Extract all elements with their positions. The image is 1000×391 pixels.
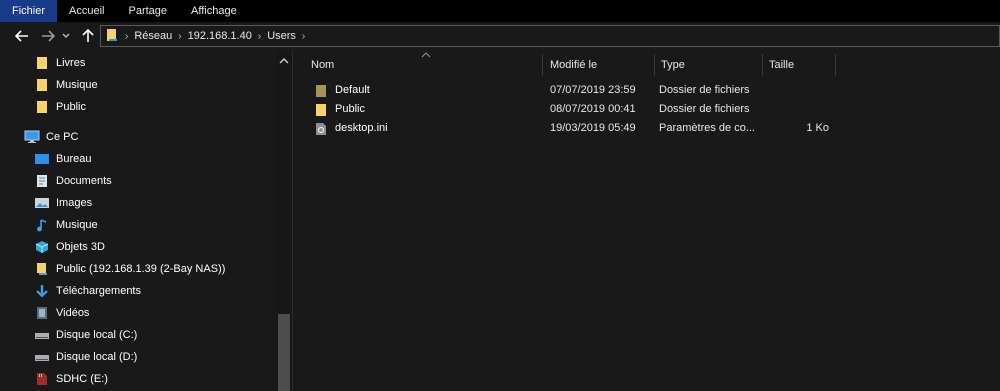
network-drive-icon [34, 261, 50, 277]
nav-item-images[interactable]: Images [34, 192, 92, 214]
documents-icon [34, 173, 50, 189]
nav-item-musique-quick[interactable]: Musique [34, 74, 98, 96]
arrow-left-icon [15, 30, 28, 42]
arrow-right-icon [42, 30, 55, 42]
file-name: desktop.ini [313, 119, 543, 138]
cube-icon [34, 239, 50, 255]
folder-icon [313, 102, 329, 118]
file-size [769, 81, 829, 100]
tab-affichage[interactable]: Affichage [179, 0, 249, 22]
chevron-right-icon: › [178, 30, 182, 42]
nav-item-musique[interactable]: Musique [34, 214, 98, 236]
nav-item-public-quick[interactable]: Public [34, 96, 86, 118]
file-type: Paramètres de co... [659, 122, 755, 134]
file-type: Dossier de fichiers [659, 103, 750, 115]
arrow-up-icon [82, 29, 94, 42]
nav-item-disque-d[interactable]: Disque local (D:) [34, 346, 137, 368]
folder-dim-icon [313, 83, 329, 99]
forward-button[interactable] [38, 26, 58, 46]
navigation-scrollbar[interactable] [276, 50, 292, 391]
back-button[interactable] [12, 26, 32, 46]
music-icon [34, 217, 50, 233]
column-header-modified[interactable]: Modifié le [544, 54, 654, 76]
nav-item-telechargements[interactable]: Téléchargements [34, 280, 141, 302]
file-type: Dossier de fichiers [659, 84, 750, 96]
chevron-right-icon: › [125, 30, 129, 42]
navigation-pane: Livres Musique Public Ce PC Bureau Docum… [0, 50, 292, 391]
file-name: Public [313, 100, 543, 119]
breadcrumb-reseau[interactable]: Réseau [130, 30, 176, 42]
breadcrumb-host[interactable]: 192.168.1.40 [184, 30, 256, 42]
column-header-type[interactable]: Type [655, 54, 763, 76]
column-separator[interactable] [542, 54, 543, 76]
sd-card-icon [34, 371, 50, 387]
nav-item-livres[interactable]: Livres [34, 52, 85, 74]
file-name: Default [313, 81, 543, 100]
nav-item-ce-pc[interactable]: Ce PC [24, 126, 78, 148]
drive-icon [34, 349, 50, 365]
desktop-icon [34, 151, 50, 167]
file-row-desktop-ini[interactable]: desktop.ini 19/03/2019 05:49 Paramètres … [307, 119, 997, 138]
file-modified: 08/07/2019 00:41 [550, 103, 636, 115]
drive-icon [34, 327, 50, 343]
nav-item-objets-3d[interactable]: Objets 3D [34, 236, 105, 258]
nav-item-public-nas[interactable]: Public (192.168.1.39 (2-Bay NAS)) [34, 258, 225, 280]
column-header-size[interactable]: Taille [763, 54, 836, 76]
chevron-down-icon [62, 33, 70, 38]
folder-icon [34, 77, 50, 93]
column-header-name[interactable]: Nom [305, 54, 543, 76]
nav-item-bureau[interactable]: Bureau [34, 148, 91, 170]
folder-icon [34, 99, 50, 115]
file-modified: 19/03/2019 05:49 [550, 122, 636, 134]
address-row: › Réseau › 192.168.1.40 › Users › [0, 22, 1000, 50]
images-icon [34, 195, 50, 211]
address-bar[interactable]: › Réseau › 192.168.1.40 › Users › [100, 25, 1000, 47]
chevron-right-icon: › [257, 30, 262, 42]
tab-accueil[interactable]: Accueil [57, 0, 116, 22]
column-separator[interactable] [835, 54, 836, 76]
chevron-right-icon: › [301, 30, 306, 42]
settings-file-icon [313, 121, 329, 137]
nav-item-documents[interactable]: Documents [34, 170, 112, 192]
file-modified: 07/07/2019 23:59 [550, 84, 636, 96]
breadcrumb-users[interactable]: Users [263, 30, 300, 42]
nav-item-videos[interactable]: Vidéos [34, 302, 89, 324]
nav-item-sdhc[interactable]: SDHC (E:) [34, 368, 108, 390]
file-size: 1 Ko [806, 122, 829, 134]
file-size [769, 100, 829, 119]
tab-fichier[interactable]: Fichier [0, 0, 58, 22]
ribbon-tabs: Fichier Accueil Partage Affichage [0, 0, 1000, 22]
computer-icon [24, 129, 40, 145]
folder-icon [34, 55, 50, 71]
file-row-default[interactable]: Default 07/07/2019 23:59 Dossier de fich… [307, 81, 997, 100]
file-row-public[interactable]: Public 08/07/2019 00:41 Dossier de fichi… [307, 100, 997, 119]
nav-item-disque-c[interactable]: Disque local (C:) [34, 324, 137, 346]
up-button[interactable] [78, 26, 98, 46]
video-icon [34, 305, 50, 321]
tab-partage[interactable]: Partage [116, 0, 179, 22]
download-icon [34, 283, 50, 299]
file-list: Nom Modifié le Type Taille Default 07/07… [293, 50, 1000, 391]
scrollbar-thumb[interactable] [278, 314, 290, 391]
scroll-up-arrow-icon[interactable] [278, 56, 290, 66]
network-folder-icon [105, 28, 119, 45]
recent-locations-button[interactable] [60, 26, 72, 46]
